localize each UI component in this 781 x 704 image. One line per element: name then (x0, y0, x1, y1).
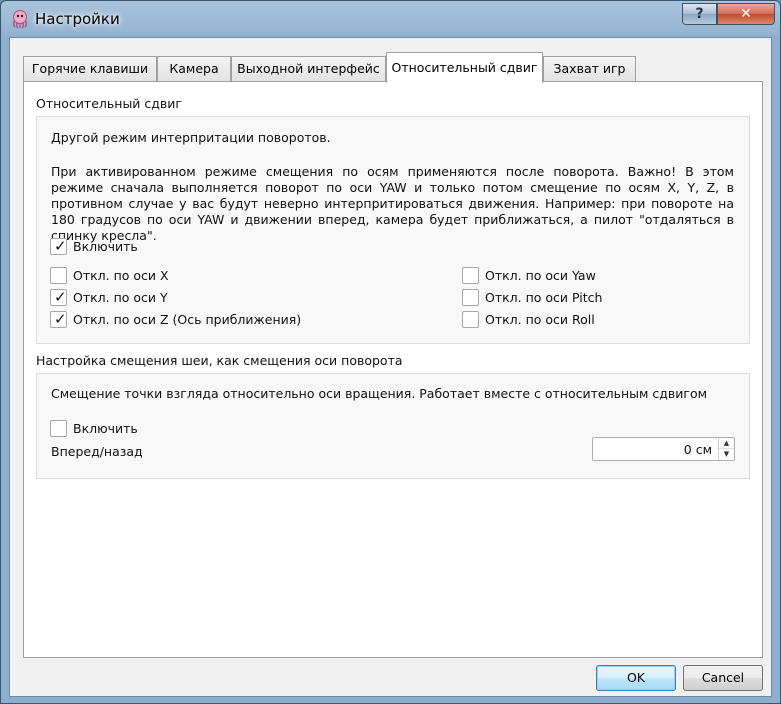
spinbox-buttons: ▲ ▼ (718, 438, 734, 460)
tab-output-interface[interactable]: Выходной интерфейс (231, 56, 386, 82)
settings-window: Настройки ? ✕ Горячие клавиши Камера Вых… (0, 0, 781, 704)
checkbox-label: Откл. по оси Yaw (485, 267, 596, 283)
checkbox-box: ✓ (50, 236, 67, 255)
tab-camera[interactable]: Камера (157, 56, 231, 82)
cancel-button[interactable]: Cancel (683, 665, 763, 691)
tab-pane-relative-shift: Относительный сдвиг Другой режим интерпр… (23, 81, 763, 658)
checkbox-label: Откл. по оси Z (Ось приближения) (73, 311, 302, 327)
checkbox-label: Откл. по оси Y (73, 289, 168, 305)
dialog-client-area: Горячие клавиши Камера Выходной интерфей… (9, 37, 772, 697)
disable-y-checkbox[interactable]: ✓ Откл. по оси Y (50, 288, 168, 306)
forward-back-label: Вперед/назад (51, 444, 143, 459)
checkbox-box (462, 310, 479, 328)
close-button[interactable]: ✕ (717, 3, 775, 25)
check-icon: ✓ (54, 287, 67, 306)
checkbox-label: Откл. по оси Pitch (485, 289, 603, 305)
disable-yaw-checkbox[interactable]: Откл. по оси Yaw (462, 266, 596, 284)
checkbox-label: Включить (73, 420, 138, 436)
check-icon: ✓ (54, 236, 67, 255)
neck-shift-group-title: Настройка смещения шеи, как смещения оси… (36, 353, 403, 368)
relative-shift-group-title: Относительный сдвиг (36, 96, 182, 111)
forward-back-spinbox[interactable]: 0 см ▲ ▼ (592, 437, 735, 461)
disable-roll-checkbox[interactable]: Откл. по оси Roll (462, 310, 595, 328)
disable-pitch-checkbox[interactable]: Откл. по оси Pitch (462, 288, 602, 306)
check-icon: ✓ (54, 309, 67, 328)
window-title: Настройки (35, 10, 120, 28)
tab-hotkeys[interactable]: Горячие клавиши (23, 56, 157, 82)
relative-shift-description: Другой режим интерпритации поворотов. (51, 130, 331, 145)
checkbox-box (462, 288, 479, 306)
ok-button[interactable]: OK (596, 665, 676, 691)
checkbox-label: Откл. по оси Roll (485, 311, 595, 327)
checkbox-label: Включить (73, 238, 138, 254)
octopus-app-icon (12, 10, 28, 29)
tab-relative-shift[interactable]: Относительный сдвиг (386, 52, 543, 83)
checkbox-box (50, 419, 67, 437)
disable-z-checkbox[interactable]: ✓ Откл. по оси Z (Ось приближения) (50, 310, 301, 328)
relative-shift-details: При активированном режиме смещения по ос… (51, 164, 734, 243)
checkbox-box: ✓ (50, 309, 67, 328)
checkbox-box (50, 266, 67, 284)
spin-down-arrow-icon[interactable]: ▼ (719, 449, 734, 460)
spin-up-arrow-icon[interactable]: ▲ (719, 438, 734, 449)
tab-game-capture[interactable]: Захват игр (543, 56, 636, 82)
checkbox-label: Откл. по оси X (73, 267, 169, 283)
checkbox-box (462, 266, 479, 284)
checkbox-box: ✓ (50, 287, 67, 306)
neck-shift-enable-checkbox[interactable]: Включить (50, 419, 138, 437)
neck-shift-description: Смещение точки взгляда относительно оси … (51, 386, 708, 401)
title-bar: Настройки ? ✕ (1, 1, 780, 37)
help-button[interactable]: ? (682, 3, 717, 25)
disable-x-checkbox[interactable]: Откл. по оси X (50, 266, 169, 284)
relative-shift-enable-checkbox[interactable]: ✓ Включить (50, 237, 138, 255)
spinbox-value: 0 см (683, 442, 712, 457)
